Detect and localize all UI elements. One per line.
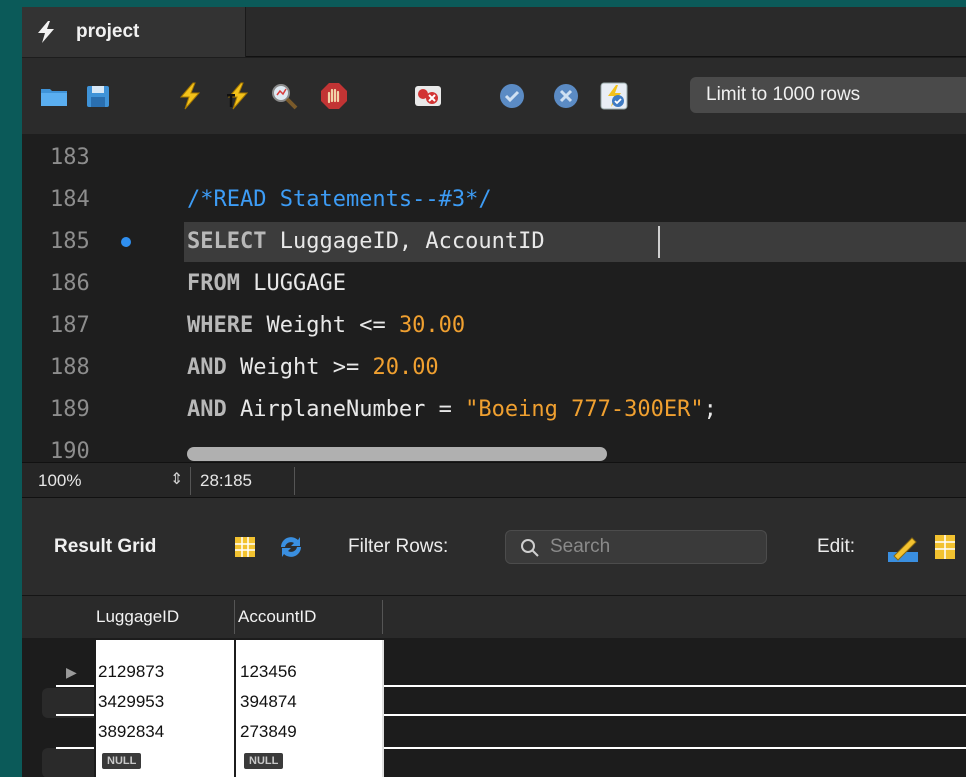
edit-pencil-icon[interactable] <box>886 530 920 564</box>
commit-icon[interactable] <box>498 82 526 110</box>
sql-keyword: AND <box>187 397 227 422</box>
zoom-stepper-icon[interactable]: ⇕ <box>170 469 183 489</box>
code-line: 187 WHERE Weight <= 30.00 <box>22 306 966 346</box>
divider <box>382 600 383 634</box>
code-line: 183 <box>22 138 966 178</box>
column-separator <box>382 640 384 777</box>
execute-current-icon[interactable] <box>224 82 252 110</box>
code-line: 184 /*READ Statements--#3*/ <box>22 180 966 220</box>
line-number: 183 <box>50 145 90 170</box>
horizontal-scrollbar[interactable] <box>187 447 607 461</box>
column-separator <box>94 640 96 777</box>
code-line: 186 FROM LUGGAGE <box>22 264 966 304</box>
search-icon <box>521 539 539 557</box>
explain-icon[interactable] <box>270 82 298 110</box>
code-line: 189 AND AirplaneNumber = "Boeing 777-300… <box>22 390 966 430</box>
row-separator <box>56 747 966 749</box>
line-number: 185 <box>50 229 90 254</box>
sql-statement: WHERE Weight <= 30.00 <box>187 306 465 346</box>
tab-project[interactable]: project <box>22 7 246 57</box>
sql-editor[interactable]: 183 184 /*READ Statements--#3*/ 185 SELE… <box>22 134 966 464</box>
column-separator <box>234 640 236 777</box>
sql-text: ; <box>703 397 717 422</box>
sql-keyword: FROM <box>187 271 240 296</box>
sql-statement: SELECT LuggageID, AccountID <box>187 222 545 262</box>
sql-keyword: SELECT <box>187 229 267 254</box>
filter-rows-label: Filter Rows: <box>348 536 449 557</box>
cell-accountid[interactable]: 394874 <box>240 692 297 712</box>
editor-toolbar: Limit to 1000 rows <box>22 58 966 134</box>
tab-bar: project <box>22 7 966 57</box>
sql-keyword: WHERE <box>187 313 254 338</box>
row-separator <box>56 714 966 716</box>
editor-status-bar: 100% ⇕ 28:185 <box>22 462 966 498</box>
line-number: 189 <box>50 397 90 422</box>
divider <box>234 600 235 634</box>
cell-luggageid[interactable]: 3892834 <box>98 722 164 742</box>
cell-accountid[interactable]: 123456 <box>240 662 297 682</box>
sql-comment: /*READ Statements--#3*/ <box>187 187 492 212</box>
save-icon[interactable] <box>84 82 112 110</box>
line-number: 187 <box>50 313 90 338</box>
table-icon[interactable] <box>934 534 956 560</box>
stop-icon[interactable] <box>320 82 348 110</box>
line-number: 188 <box>50 355 90 380</box>
grid-empty-area <box>382 640 966 777</box>
text-cursor <box>658 226 660 258</box>
open-folder-icon[interactable] <box>40 82 68 110</box>
sql-editor-window: project Limit to 1000 rows 183 184 /*REA… <box>22 7 966 777</box>
cursor-position: 28:185 <box>200 471 252 490</box>
current-row-pointer-icon: ▶ <box>66 664 77 680</box>
sql-keyword: AND <box>187 355 227 380</box>
row-gutter-band <box>42 748 94 777</box>
sql-text: Weight <= <box>253 313 399 338</box>
sql-string: "Boeing 777-300ER" <box>465 397 704 422</box>
result-grid-title: Result Grid <box>54 536 157 557</box>
rollback-icon[interactable] <box>552 82 580 110</box>
sql-text: Weight >= <box>226 355 373 380</box>
column-header-accountid[interactable]: AccountID <box>238 596 316 638</box>
sql-text: LUGGAGE <box>239 271 346 296</box>
cell-luggageid[interactable]: 2129873 <box>98 662 164 682</box>
limit-rows-select[interactable]: Limit to 1000 rows <box>690 77 966 113</box>
line-number: 184 <box>50 187 90 212</box>
tab-title: project <box>76 21 140 42</box>
search-placeholder: Search <box>550 536 611 557</box>
cell-accountid[interactable]: 273849 <box>240 722 297 742</box>
line-number: 186 <box>50 271 90 296</box>
lightning-icon <box>38 21 54 43</box>
cell-luggageid[interactable]: 3429953 <box>98 692 164 712</box>
code-line: 188 AND Weight >= 20.00 <box>22 348 966 388</box>
code-line-current: 185 SELECT LuggageID, AccountID <box>22 222 966 262</box>
divider <box>190 467 191 495</box>
sql-text: AirplaneNumber = <box>226 397 466 422</box>
filter-search-input[interactable]: Search <box>505 530 767 564</box>
statement-marker-icon <box>121 237 131 247</box>
result-grid: LuggageID AccountID ▶ 2129873 123456 342… <box>22 596 966 777</box>
null-badge[interactable]: NULL <box>244 753 284 769</box>
toggle-error-icon[interactable] <box>414 82 442 110</box>
sql-statement: AND Weight >= 20.00 <box>187 348 439 388</box>
row-separator <box>56 685 966 687</box>
grid-body: ▶ 2129873 123456 3429953 394874 3892834 … <box>22 640 966 777</box>
zoom-level: 100% <box>38 471 82 490</box>
divider <box>294 467 295 495</box>
edit-label: Edit: <box>817 536 856 557</box>
refresh-icon[interactable] <box>277 534 305 560</box>
sql-number: 20.00 <box>372 355 439 380</box>
sql-text: LuggageID, AccountID <box>266 229 545 254</box>
autocommit-icon[interactable] <box>600 82 628 110</box>
null-badge[interactable]: NULL <box>102 753 142 769</box>
sql-statement: FROM LUGGAGE <box>187 264 346 304</box>
result-toolbar: Result Grid Filter Rows: Search Edit: <box>22 498 966 596</box>
sql-statement: AND AirplaneNumber = "Boeing 777-300ER"; <box>187 390 717 430</box>
execute-icon[interactable] <box>176 82 204 110</box>
column-header-luggageid[interactable]: LuggageID <box>96 596 179 638</box>
sql-number: 30.00 <box>398 313 466 338</box>
grid-columns-icon[interactable] <box>234 536 256 558</box>
